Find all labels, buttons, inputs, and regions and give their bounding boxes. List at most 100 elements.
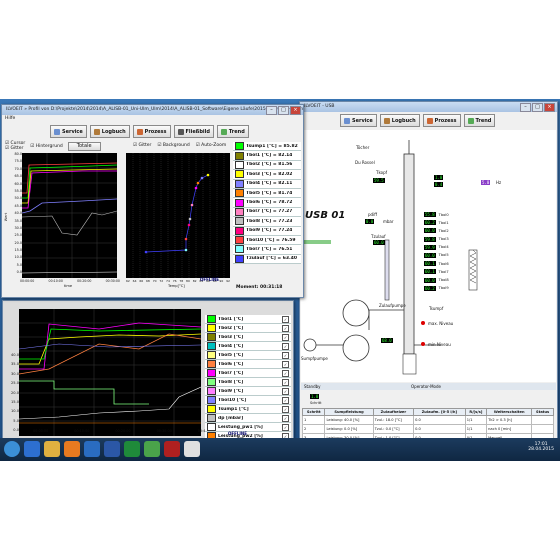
legend-item[interactable]: Tbol7 [°C] ✓	[205, 369, 291, 378]
legend-item[interactable]: Tbol4 [°C] ✓	[205, 342, 291, 351]
legend-checkbox[interactable]: ✓	[282, 360, 289, 368]
profile-point	[206, 173, 210, 177]
fließbild-button[interactable]: Fließbild	[173, 125, 214, 138]
tray-clock[interactable]: 17:01 28.04.2015	[528, 442, 554, 452]
legend-item[interactable]: Tbol7 [°C] = 77.27	[233, 207, 301, 218]
legend-checkbox[interactable]: ✓	[282, 378, 289, 386]
legend-item[interactable]: Tbol2 [°C] = 81.56	[233, 160, 301, 171]
process-window: ILVOEIT - USB – □ × Service Logbuch Prozes…	[299, 101, 558, 443]
legend-checkbox[interactable]: ✓	[282, 405, 289, 413]
legend-item[interactable]: Tbol6 [°C] ✓	[205, 360, 291, 369]
minimize-button[interactable]: –	[520, 103, 531, 112]
profile-point	[188, 217, 192, 221]
tbol-label: Tbol6	[438, 261, 449, 266]
legend-checkbox[interactable]: ✓	[282, 396, 289, 404]
close-button[interactable]: ×	[290, 106, 301, 115]
logbuch-button[interactable]: Logbuch	[89, 125, 130, 138]
legend-checkbox[interactable]: ✓	[282, 423, 289, 431]
legend-item[interactable]: Tbol3 [°C] = 82.02	[233, 170, 301, 180]
close-button[interactable]: ×	[544, 103, 555, 112]
legend-checkbox[interactable]: ✓	[282, 369, 289, 377]
firefox-icon[interactable]	[64, 441, 80, 457]
legend-checkbox[interactable]: ✓	[282, 315, 289, 323]
legend-item[interactable]: Tbol3 [°C] ✓	[205, 333, 291, 342]
legend-swatch	[207, 405, 216, 413]
legend-item[interactable]: Leistung_pw1 [%] ✓	[205, 423, 291, 432]
service-button[interactable]: Service	[340, 114, 377, 127]
legend-item[interactable]: Tbol5 [°C] ✓	[205, 351, 291, 360]
x-tick-label: 76	[172, 279, 177, 283]
prozess-button[interactable]: Prozess	[132, 125, 171, 138]
trend-button[interactable]: Trend	[216, 125, 249, 138]
menu-hilfe[interactable]: Hilfe	[5, 116, 15, 121]
legend-item[interactable]: Tbol8 [°C] = 77.23	[233, 217, 301, 227]
x-tick-label: 80	[186, 279, 190, 283]
prozess-button[interactable]: Prozess	[422, 114, 461, 127]
legend-checkbox[interactable]: ✓	[282, 333, 289, 341]
table-cell: Leistung: 0.0 [%]	[324, 424, 374, 434]
maximize-button[interactable]: □	[532, 103, 543, 112]
table-row[interactable]: 1 Leistung: 40.0 [%] Tzul.: 18.0 [°C] 0.0 1/…	[301, 415, 554, 425]
background-checkbox[interactable]: ☑ Hintergrund	[30, 144, 63, 149]
ie-icon[interactable]	[24, 441, 40, 457]
app-green-icon[interactable]	[144, 441, 160, 457]
trend-button[interactable]: Trend	[463, 114, 496, 127]
legend-item[interactable]: dp [mbar] ✓	[205, 414, 291, 423]
legend-item[interactable]: Tzulauf [°C] = 63.40	[233, 254, 301, 265]
minimize-button[interactable]: –	[266, 106, 277, 115]
mid-background-checkbox[interactable]: ☑ Background	[157, 143, 189, 148]
legend-label: Tbol4 [°C]	[218, 343, 244, 349]
x-tick-label: 00:00:00	[20, 279, 35, 283]
explorer-icon[interactable]	[44, 441, 60, 457]
legend-label: Tsump1 [°C]	[218, 406, 249, 412]
x-tick-label: 70	[152, 279, 157, 283]
auto-zoom-checkbox[interactable]: ☑ Auto-Zoom	[196, 143, 227, 148]
mid-grid-checkbox[interactable]: ☑ Gitter	[133, 143, 151, 148]
legend-label: Tbol4 [°C] = 82.11	[246, 181, 293, 187]
table-header-row: Schritt Sumpfleistung Zulaufheizer Zulaufm.…	[301, 408, 554, 416]
legend-checkbox[interactable]: ✓	[282, 342, 289, 350]
start-orb-icon[interactable]	[4, 441, 20, 457]
legend-label: Tbol7 [°C] = 76.51	[246, 246, 293, 252]
legend-checkbox[interactable]: ✓	[282, 324, 289, 332]
app-x-icon[interactable]	[164, 441, 180, 457]
mid-controls: ☑ Gitter ☑ Background ☑ Auto-Zoom	[133, 143, 226, 148]
excel-icon[interactable]	[124, 441, 140, 457]
legend-item[interactable]: Tsump1 [°C] ✓	[205, 405, 291, 414]
legend-item[interactable]: Tbol10 [°C] = 76.59	[233, 236, 301, 246]
app-white-icon[interactable]	[184, 441, 200, 457]
legend-item[interactable]: Tsump1 [°C] = 85.82	[233, 142, 301, 152]
legend-item[interactable]: Tbol9 [°C] ✓	[205, 387, 291, 396]
legend-item[interactable]: Tbol8 [°C] ✓	[205, 378, 291, 387]
logbuch-button[interactable]: Logbuch	[379, 114, 420, 127]
legend-item[interactable]: Tbol1 [°C] = 82.14	[233, 151, 301, 161]
standby-label: Standby	[304, 384, 321, 389]
legend-checkbox[interactable]: ✓	[282, 414, 289, 422]
outlook-icon[interactable]	[84, 441, 100, 457]
legend-item[interactable]: Tbol5 [°C] = 81.74	[233, 189, 301, 199]
legend-item[interactable]: Tbol7 [°C] = 76.51	[233, 245, 301, 255]
totale-button[interactable]: Totale	[67, 141, 101, 151]
legend-item[interactable]: Tbol10 [°C] ✓	[205, 396, 291, 405]
legend-item[interactable]: Tbol2 [°C] ✓	[205, 324, 291, 333]
maximize-button[interactable]: □	[278, 106, 289, 115]
legend-swatch	[207, 414, 216, 422]
x-tick-label: 90	[219, 279, 224, 283]
du-rossel-label: Du Rossel	[355, 160, 375, 165]
legend-item[interactable]: Tbol4 [°C] = 82.11	[233, 179, 301, 189]
legend-checkbox[interactable]: ✓	[282, 351, 289, 359]
legend-item[interactable]: Tbol9 [°C] = 77.24	[233, 226, 301, 236]
legend-swatch	[235, 207, 244, 216]
legend-checkbox[interactable]: ✓	[282, 387, 289, 395]
trend-window-back: 40.0 35.0 30.0 25.0 20.0 15.0 10.0 5.0 0.0 00:00…	[2, 300, 294, 441]
legend-item[interactable]: Tbol1 [°C] ✓	[205, 315, 291, 324]
table-row[interactable]: 2 Leistung: 0.0 [%] Tzul.: 0.0 [°C] 0.0 1/1 n…	[301, 424, 554, 434]
legend-swatch	[235, 254, 244, 263]
legend-item[interactable]: Tbol6 [°C] = 78.72	[233, 198, 301, 208]
x-tick-label: 00:20:00	[77, 279, 92, 283]
service-button[interactable]: Service	[50, 125, 87, 138]
tbol-value: 60.1	[424, 261, 436, 267]
word-icon[interactable]	[104, 441, 120, 457]
trend-toolbar: Service Logbuch Prozess Fließbild Trend	[2, 123, 303, 140]
x-tick-label: 64	[132, 279, 137, 283]
